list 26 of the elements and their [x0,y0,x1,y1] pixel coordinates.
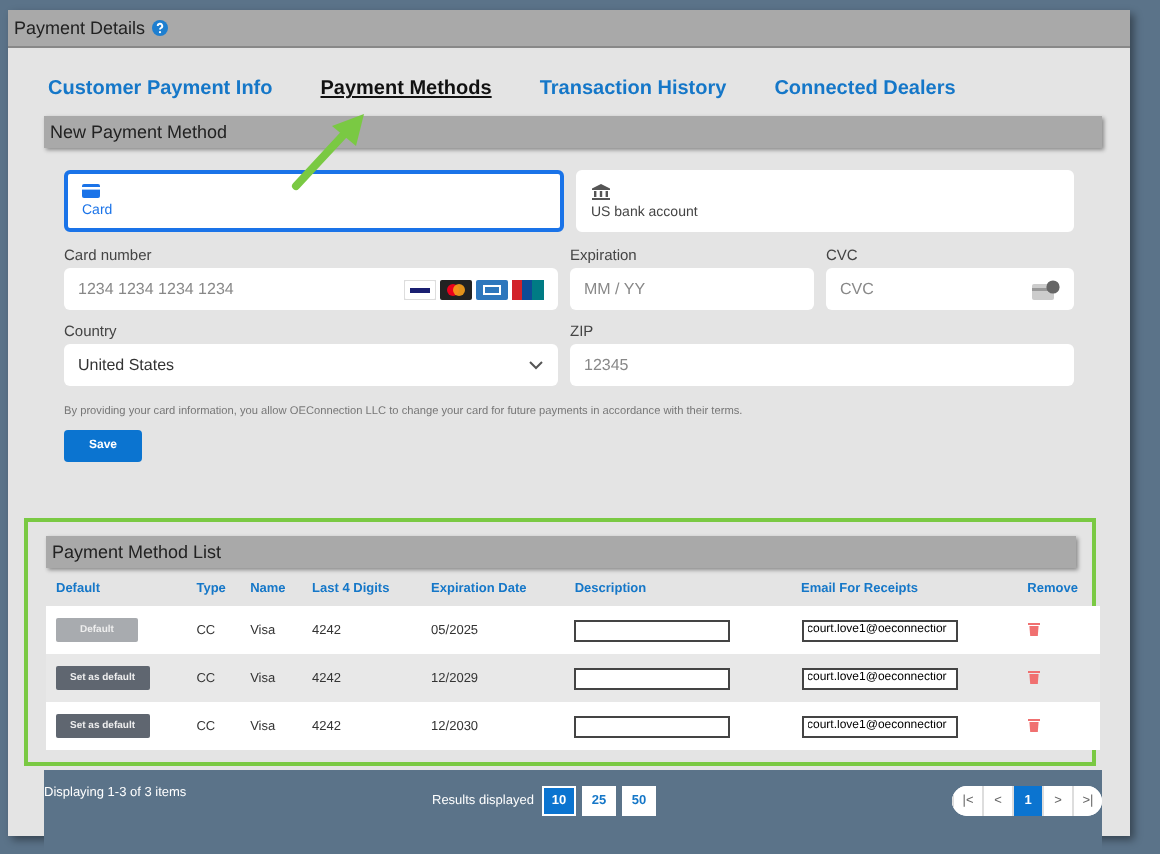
card-brand-icon [440,279,472,299]
help-icon[interactable] [151,20,168,36]
card-icon [82,184,100,198]
chevron-down-icon [528,360,544,370]
section-title: New Payment Method [50,122,228,142]
description-field[interactable] [574,715,731,737]
tab[interactable]: Connected Dealers [774,76,956,102]
description-field[interactable] [574,667,731,689]
tab[interactable]: Transaction History [539,76,727,102]
zip-field[interactable]: 12345 [570,344,1074,386]
trash-icon[interactable] [1027,717,1040,731]
cvc-field[interactable]: CVC [826,268,1074,310]
tab[interactable]: Payment Methods [320,76,492,102]
description-field[interactable] [574,619,731,641]
bank-icon [591,183,609,199]
tab[interactable]: Customer Payment Info [48,76,273,102]
country-select[interactable]: United States [64,344,558,386]
trash-icon[interactable] [1027,621,1040,635]
section-title: Payment Method List [52,542,222,562]
cvc-card-icon [1032,279,1060,299]
panel-title: Payment Details [14,18,146,38]
trash-icon[interactable] [1027,669,1040,683]
card-brand-icon [512,279,544,299]
card-brand-icon [476,279,508,299]
card-brand-icon [404,279,436,299]
expiration-field[interactable]: MM / YY [570,268,814,310]
